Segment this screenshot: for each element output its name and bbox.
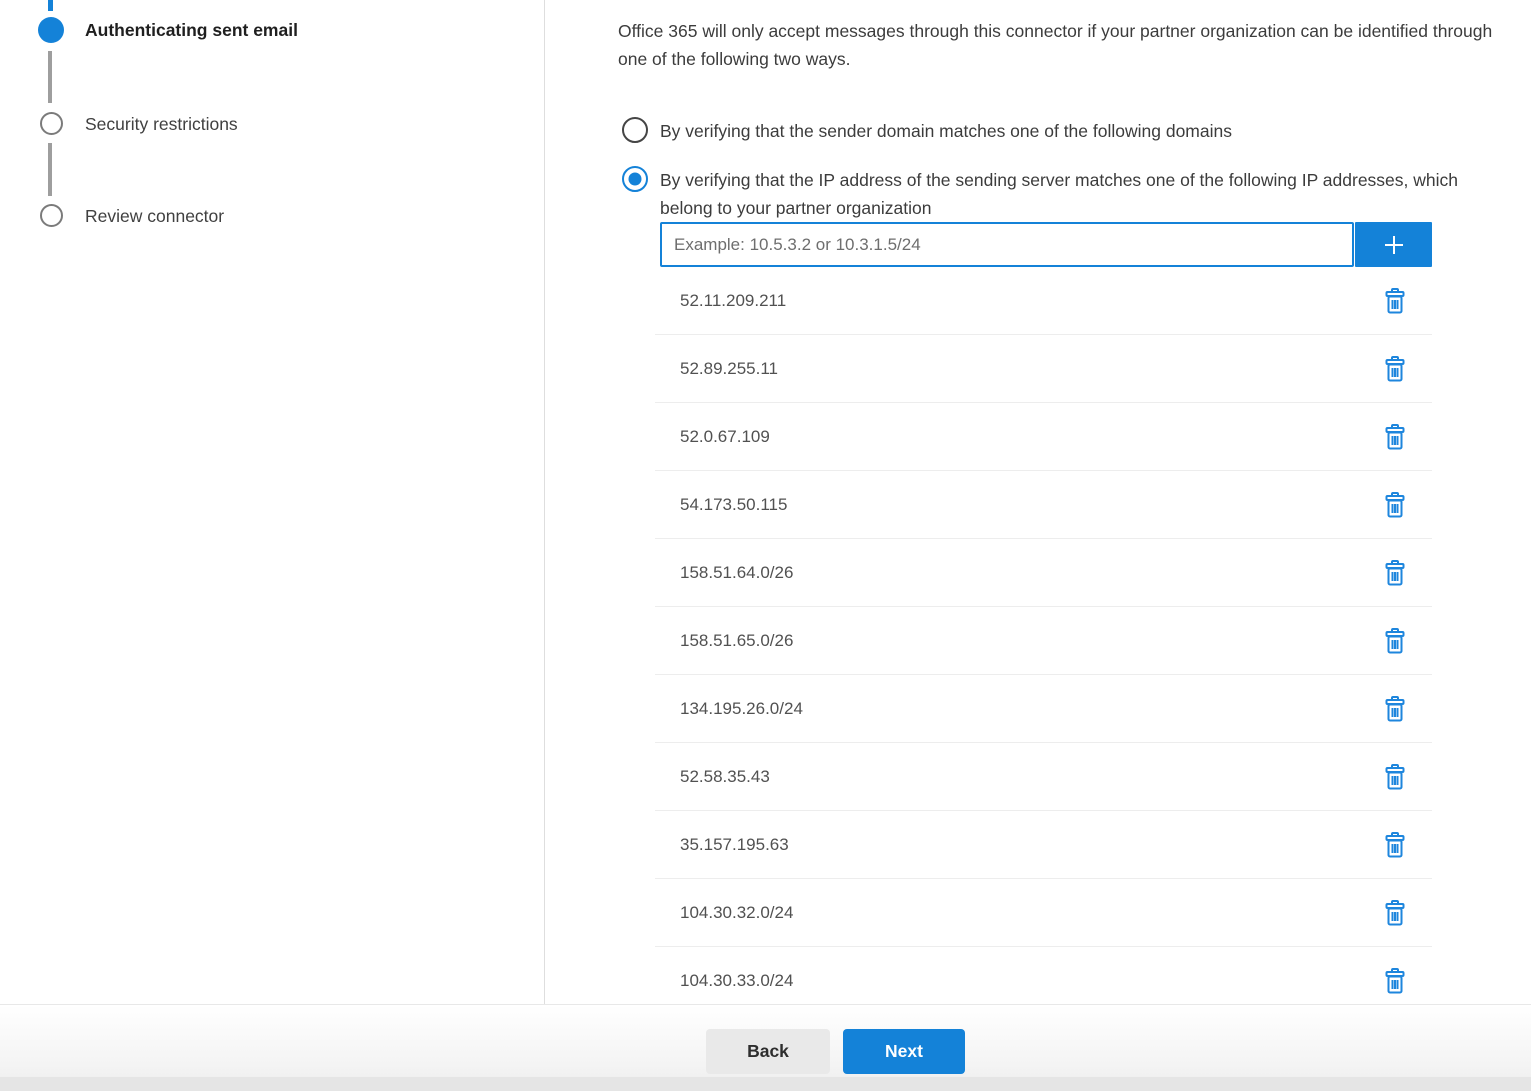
radio-option-label: By verifying that the IP address of the … bbox=[660, 166, 1490, 222]
trash-icon bbox=[1382, 559, 1408, 587]
trash-icon bbox=[1382, 763, 1408, 791]
radio-option-sender-domain[interactable]: By verifying that the sender domain matc… bbox=[622, 117, 1232, 145]
delete-ip-button[interactable] bbox=[1380, 966, 1410, 996]
ip-address-list: 52.11.209.211 bbox=[655, 267, 1432, 1004]
ip-address-value: 52.89.255.11 bbox=[680, 359, 1380, 379]
ip-list-item: 35.157.195.63 bbox=[655, 811, 1432, 879]
ip-address-value: 52.11.209.211 bbox=[680, 291, 1380, 311]
trash-icon bbox=[1382, 695, 1408, 723]
trash-icon bbox=[1382, 287, 1408, 315]
trash-icon bbox=[1382, 967, 1408, 995]
ip-address-value: 158.51.65.0/26 bbox=[680, 631, 1380, 651]
wizard-footer: Back Next bbox=[0, 1004, 1531, 1091]
stepper-connector bbox=[48, 143, 52, 196]
ip-list-item: 158.51.64.0/26 bbox=[655, 539, 1432, 607]
intro-text: Office 365 will only accept messages thr… bbox=[618, 17, 1523, 73]
ip-address-value: 158.51.64.0/26 bbox=[680, 563, 1380, 583]
wizard-stepper: Authenticating sent email Security restr… bbox=[0, 0, 545, 1004]
ip-list-item: 52.89.255.11 bbox=[655, 335, 1432, 403]
delete-ip-button[interactable] bbox=[1380, 830, 1410, 860]
connector-wizard-page: Authenticating sent email Security restr… bbox=[0, 0, 1531, 1091]
ip-list-item: 158.51.65.0/26 bbox=[655, 607, 1432, 675]
ip-address-value: 104.30.33.0/24 bbox=[680, 971, 1380, 991]
step-security-restrictions: Security restrictions bbox=[85, 114, 238, 135]
ip-address-value: 52.0.67.109 bbox=[680, 427, 1380, 447]
radio-selected-icon[interactable] bbox=[622, 166, 648, 192]
delete-ip-button[interactable] bbox=[1380, 626, 1410, 656]
radio-unselected-icon[interactable] bbox=[622, 117, 648, 143]
ip-address-value: 35.157.195.63 bbox=[680, 835, 1380, 855]
delete-ip-button[interactable] bbox=[1380, 694, 1410, 724]
delete-ip-button[interactable] bbox=[1380, 490, 1410, 520]
trash-icon bbox=[1382, 355, 1408, 383]
ip-address-value: 134.195.26.0/24 bbox=[680, 699, 1380, 719]
step-upcoming-dot bbox=[40, 112, 63, 135]
delete-ip-button[interactable] bbox=[1380, 898, 1410, 928]
ip-list-item: 52.58.35.43 bbox=[655, 743, 1432, 811]
trash-icon bbox=[1382, 423, 1408, 451]
step-authenticating-sent-email: Authenticating sent email bbox=[85, 20, 298, 41]
back-button[interactable]: Back bbox=[706, 1029, 830, 1074]
stepper-connector-completed bbox=[48, 0, 53, 11]
step-active-dot bbox=[38, 17, 64, 43]
ip-address-input[interactable] bbox=[660, 222, 1354, 267]
ip-list-item: 104.30.33.0/24 bbox=[655, 947, 1432, 1004]
ip-entry-row bbox=[660, 222, 1432, 267]
trash-icon bbox=[1382, 899, 1408, 927]
delete-ip-button[interactable] bbox=[1380, 286, 1410, 316]
ip-list-item: 134.195.26.0/24 bbox=[655, 675, 1432, 743]
next-button[interactable]: Next bbox=[843, 1029, 965, 1074]
ip-address-value: 104.30.32.0/24 bbox=[680, 903, 1380, 923]
trash-icon bbox=[1382, 831, 1408, 859]
wizard-content: Office 365 will only accept messages thr… bbox=[546, 0, 1531, 1004]
footer-bottom-strip bbox=[0, 1077, 1531, 1091]
radio-option-ip-address[interactable]: By verifying that the IP address of the … bbox=[622, 166, 1490, 222]
ip-list-item: 104.30.32.0/24 bbox=[655, 879, 1432, 947]
ip-address-value: 52.58.35.43 bbox=[680, 767, 1380, 787]
ip-list-item: 54.173.50.115 bbox=[655, 471, 1432, 539]
trash-icon bbox=[1382, 491, 1408, 519]
delete-ip-button[interactable] bbox=[1380, 558, 1410, 588]
delete-ip-button[interactable] bbox=[1380, 422, 1410, 452]
step-review-connector: Review connector bbox=[85, 206, 224, 227]
ip-list-item: 52.11.209.211 bbox=[655, 267, 1432, 335]
ip-address-value: 54.173.50.115 bbox=[680, 495, 1380, 515]
delete-ip-button[interactable] bbox=[1380, 762, 1410, 792]
stepper-connector bbox=[48, 51, 52, 103]
add-ip-button[interactable] bbox=[1355, 222, 1432, 267]
radio-option-label: By verifying that the sender domain matc… bbox=[660, 117, 1232, 145]
delete-ip-button[interactable] bbox=[1380, 354, 1410, 384]
plus-icon bbox=[1379, 230, 1409, 260]
ip-list-item: 52.0.67.109 bbox=[655, 403, 1432, 471]
trash-icon bbox=[1382, 627, 1408, 655]
step-upcoming-dot bbox=[40, 204, 63, 227]
